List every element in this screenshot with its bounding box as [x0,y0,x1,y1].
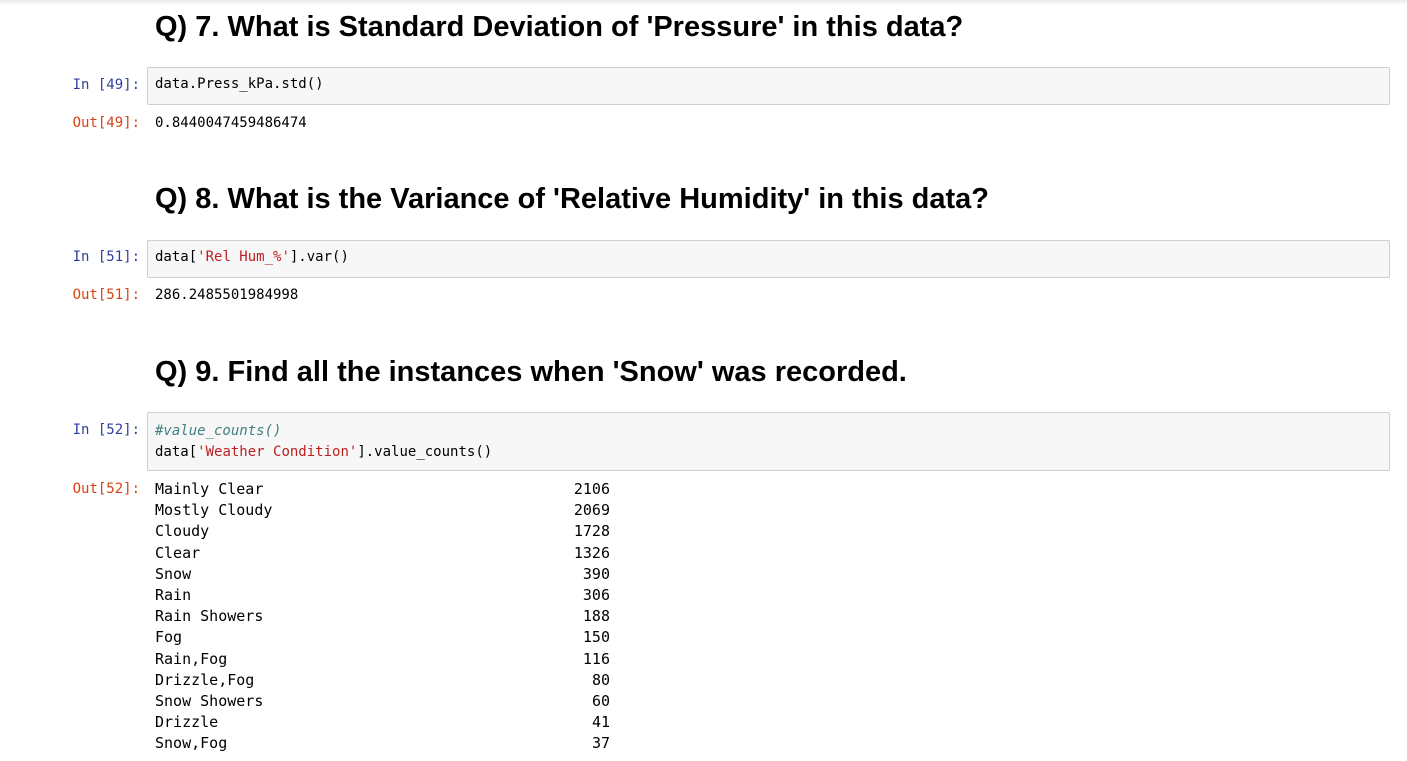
value-count-row: Clear 1326 [155,543,610,564]
value-count-label: Rain [155,585,192,604]
value-count-label: Mainly Clear [155,480,264,498]
value-count-label: Rain,Fog [155,649,228,668]
in-prompt-52: In [52]: [72,422,140,438]
value-count-number: 150 [582,628,610,647]
question-9-heading: Q) 9. Find all the instances when 'Snow'… [155,356,907,388]
value-count-number: 2106 [573,480,610,498]
code-cell-49[interactable]: data.Press_kPa.std() [147,67,1390,105]
value-count-label: Snow Showers [155,691,264,710]
value-count-number: 390 [582,564,610,583]
value-count-row: Snow,Fog 37 [155,733,610,754]
in-prompt-51: In [51]: [72,249,140,265]
code-suffix: ].value_counts() [357,444,493,460]
code-cell-51[interactable]: data['Rel Hum_%'].var() [147,240,1390,278]
value-count-number: 80 [591,670,610,689]
value-count-row: Snow 390 [155,564,610,585]
value-count-row: Fog 150 [155,627,610,648]
value-count-number: 2069 [573,501,610,520]
question-8-heading: Q) 8. What is the Variance of 'Relative … [155,183,990,215]
output-49: 0.8440047459486474 [155,115,307,131]
value-count-label: Rain Showers [155,607,264,626]
out-prompt-49: Out[49]: [72,115,140,131]
value-count-label: Drizzle,Fog [155,670,255,689]
value-count-number: 60 [591,691,610,710]
value-count-number: 306 [582,585,610,604]
code-suffix: ].var() [289,249,349,265]
value-count-number: 41 [591,713,610,732]
value-count-row: Drizzle,Fog 80 [155,670,610,691]
top-shadow [0,0,1407,5]
question-7-heading: Q) 7. What is Standard Deviation of 'Pre… [155,11,964,43]
code-comment: #value_counts() [155,423,282,439]
value-count-label: Cloudy [155,522,210,541]
value-count-row: Rain,Fog 116 [155,649,610,670]
value-count-row: Drizzle 41 [155,712,610,733]
code-string-literal: 'Weather Condition' [197,444,358,460]
value-count-row: Rain Showers 188 [155,606,610,627]
value-count-row: Snow Showers 60 [155,691,610,712]
value-count-number: 37 [591,734,610,753]
value-count-label: Snow,Fog [155,734,228,753]
code-string-literal: 'Rel Hum_%' [197,249,290,265]
value-count-label: Mostly Cloudy [155,501,273,520]
value-count-label: Clear [155,543,201,562]
value-count-number: 1728 [573,522,610,541]
value-count-number: 188 [582,607,610,626]
value-count-number: 1326 [573,543,610,562]
out-prompt-51: Out[51]: [72,287,140,303]
code-cell-52[interactable]: #value_counts() data['Weather Condition'… [147,412,1390,471]
out-prompt-52: Out[52]: [72,481,140,497]
value-count-label: Fog [155,628,183,647]
value-count-label: Drizzle [155,713,219,732]
in-prompt-49: In [49]: [72,77,140,93]
output-51: 286.2485501984998 [155,287,299,303]
code-prefix: data[ [155,249,198,265]
value-count-row: Rain 306 [155,585,610,606]
value-count-label: Snow [155,564,192,583]
code-prefix: data[ [155,444,198,460]
value-count-row: Mainly Clear 2106 [155,479,610,500]
value-count-row: Cloudy 1728 [155,521,610,542]
code-text: data.Press_kPa.std() [155,76,324,92]
value-count-number: 116 [582,649,610,668]
value-counts-output: Mainly Clear 2106 Mostly Cloudy 2069 Cloudy 1… [155,479,610,754]
value-count-row: Mostly Cloudy 2069 [155,500,610,521]
